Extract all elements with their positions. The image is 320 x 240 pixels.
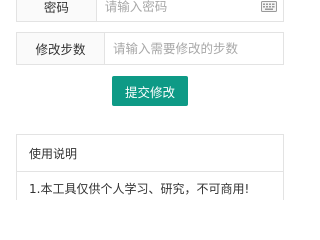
- keyboard-icon[interactable]: [260, 0, 277, 13]
- password-input[interactable]: [96, 0, 261, 21]
- steps-row: 修改步数: [16, 32, 284, 65]
- help-body: 1.本工具仅供个人学习、研究，不可商用!: [17, 172, 283, 200]
- steps-input[interactable]: [105, 33, 283, 64]
- help-panel: 使用说明 1.本工具仅供个人学习、研究，不可商用!: [16, 134, 284, 200]
- steps-label: 修改步数: [17, 33, 105, 64]
- help-title: 使用说明: [17, 135, 283, 172]
- password-label: 密码: [17, 0, 97, 21]
- password-row: 密码: [16, 0, 284, 22]
- page: 密码 修改步数 提交修改 使用说明 1.本工具仅供个人学习、研究，不可商用!: [0, 0, 300, 200]
- submit-button[interactable]: 提交修改: [112, 76, 188, 106]
- help-line: 1.本工具仅供个人学习、研究，不可商用!: [29, 182, 250, 196]
